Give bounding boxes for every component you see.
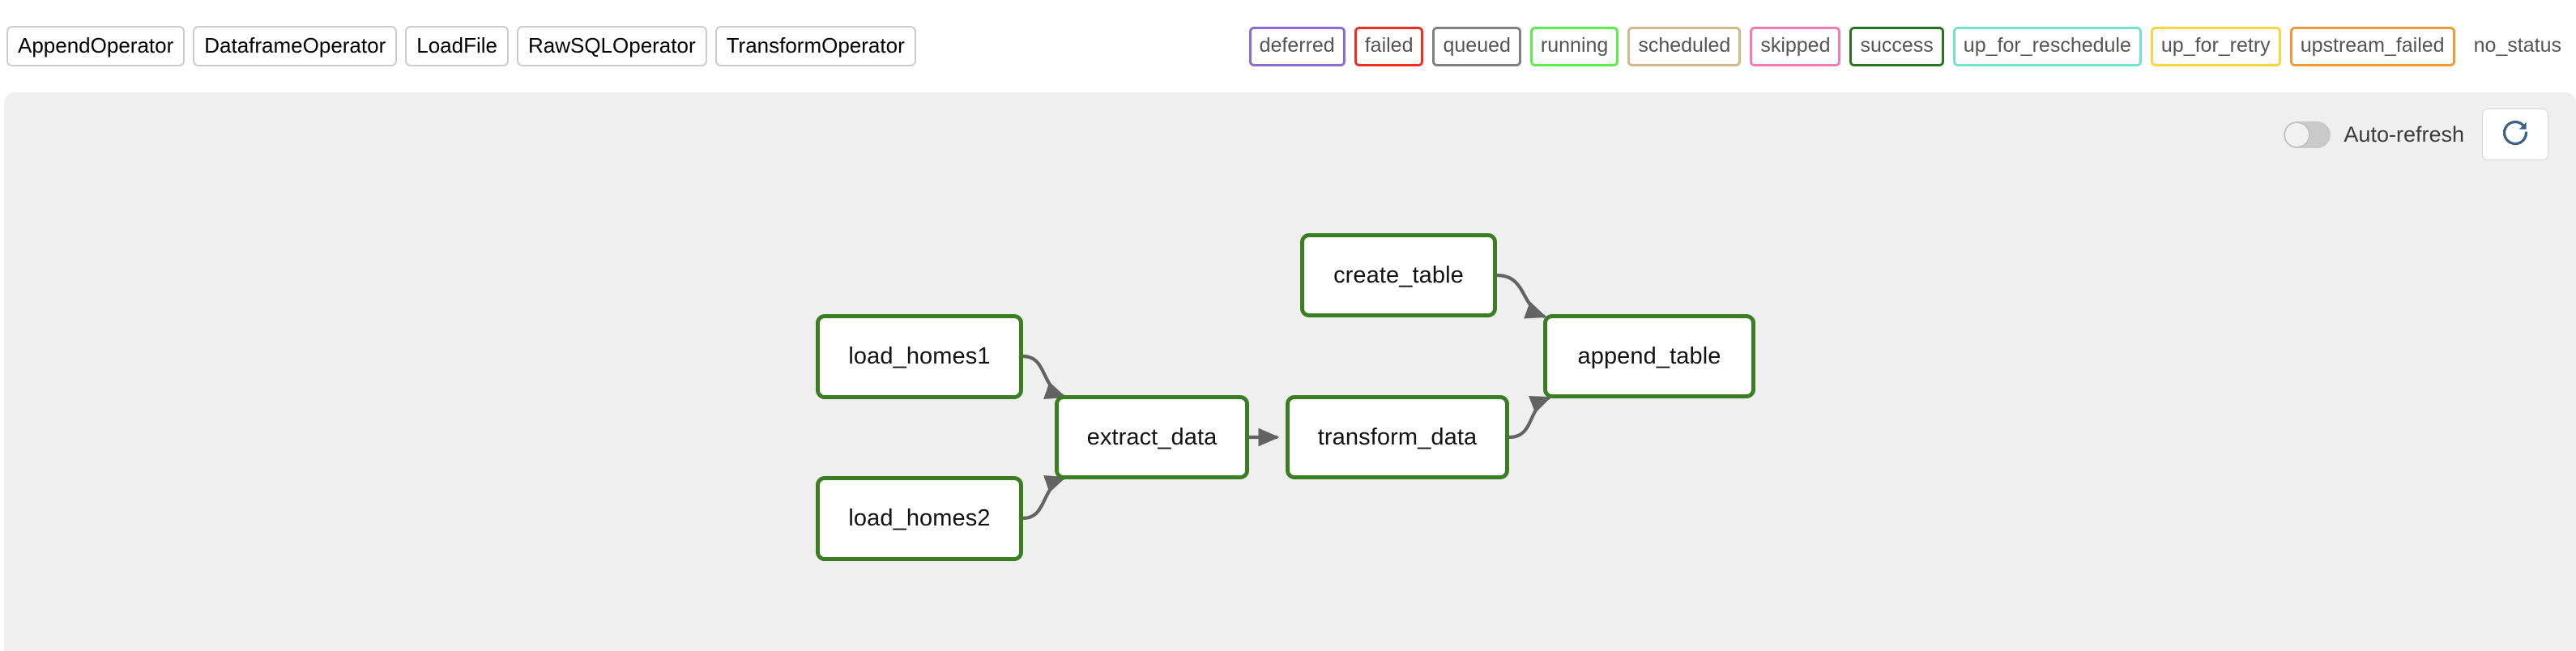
- status-chip-skipped[interactable]: skipped: [1750, 26, 1841, 66]
- dag-node-label: load_homes1: [848, 343, 991, 369]
- operator-chip-append[interactable]: AppendOperator: [6, 26, 186, 66]
- status-chip-failed[interactable]: failed: [1354, 26, 1424, 66]
- dag-graph-canvas[interactable]: load_homes1 load_homes2 extract_data cre…: [4, 92, 2576, 651]
- operator-chip-loadfile[interactable]: LoadFile: [405, 26, 509, 66]
- dag-node-label: transform_data: [1317, 423, 1478, 450]
- edge-load-homes1-extract-data: [1022, 354, 1067, 400]
- dag-node-label: extract_data: [1086, 423, 1218, 450]
- status-chip-running[interactable]: running: [1529, 26, 1619, 66]
- edge-transform-data-append-table: [1508, 396, 1552, 440]
- operator-chip-dataframe[interactable]: DataframeOperator: [193, 26, 398, 66]
- edge-load-homes2-extract-data: [1022, 474, 1067, 521]
- status-chip-up-for-reschedule[interactable]: up_for_reschedule: [1952, 26, 2142, 66]
- dag-node-label: create_table: [1333, 262, 1464, 288]
- status-chip-deferred[interactable]: deferred: [1248, 26, 1346, 66]
- dag-node-load-homes2[interactable]: load_homes2: [816, 476, 1023, 561]
- dag-graph-panel: Auto-refresh load_homes1 load_homes2 ext…: [4, 92, 2576, 651]
- status-chip-scheduled[interactable]: scheduled: [1627, 26, 1742, 66]
- dag-node-create-table[interactable]: create_table: [1300, 233, 1497, 317]
- status-chip-success[interactable]: success: [1849, 26, 1944, 66]
- edge-create-table-append-table: [1496, 273, 1547, 319]
- dag-node-load-homes1[interactable]: load_homes1: [816, 314, 1023, 399]
- operator-chip-rawsql[interactable]: RawSQLOperator: [516, 26, 707, 66]
- dag-edges: [1022, 273, 1552, 521]
- status-chip-no-status[interactable]: no_status: [2464, 29, 2563, 64]
- status-chip-queued[interactable]: queued: [1432, 26, 1521, 66]
- dag-node-label: append_table: [1577, 343, 1721, 369]
- status-chip-upstream-failed[interactable]: upstream_failed: [2289, 26, 2455, 66]
- operator-legend: AppendOperator DataframeOperator LoadFil…: [6, 26, 916, 66]
- dag-node-label: load_homes2: [848, 505, 991, 531]
- dag-node-extract-data[interactable]: extract_data: [1055, 395, 1249, 479]
- dag-node-transform-data[interactable]: transform_data: [1286, 395, 1509, 479]
- status-legend: deferred failed queued running scheduled…: [1248, 26, 2563, 66]
- operator-chip-transform[interactable]: TransformOperator: [714, 26, 916, 66]
- dag-node-append-table[interactable]: append_table: [1543, 314, 1755, 398]
- legend-bar: AppendOperator DataframeOperator LoadFil…: [0, 0, 2576, 92]
- status-chip-up-for-retry[interactable]: up_for_retry: [2150, 26, 2281, 66]
